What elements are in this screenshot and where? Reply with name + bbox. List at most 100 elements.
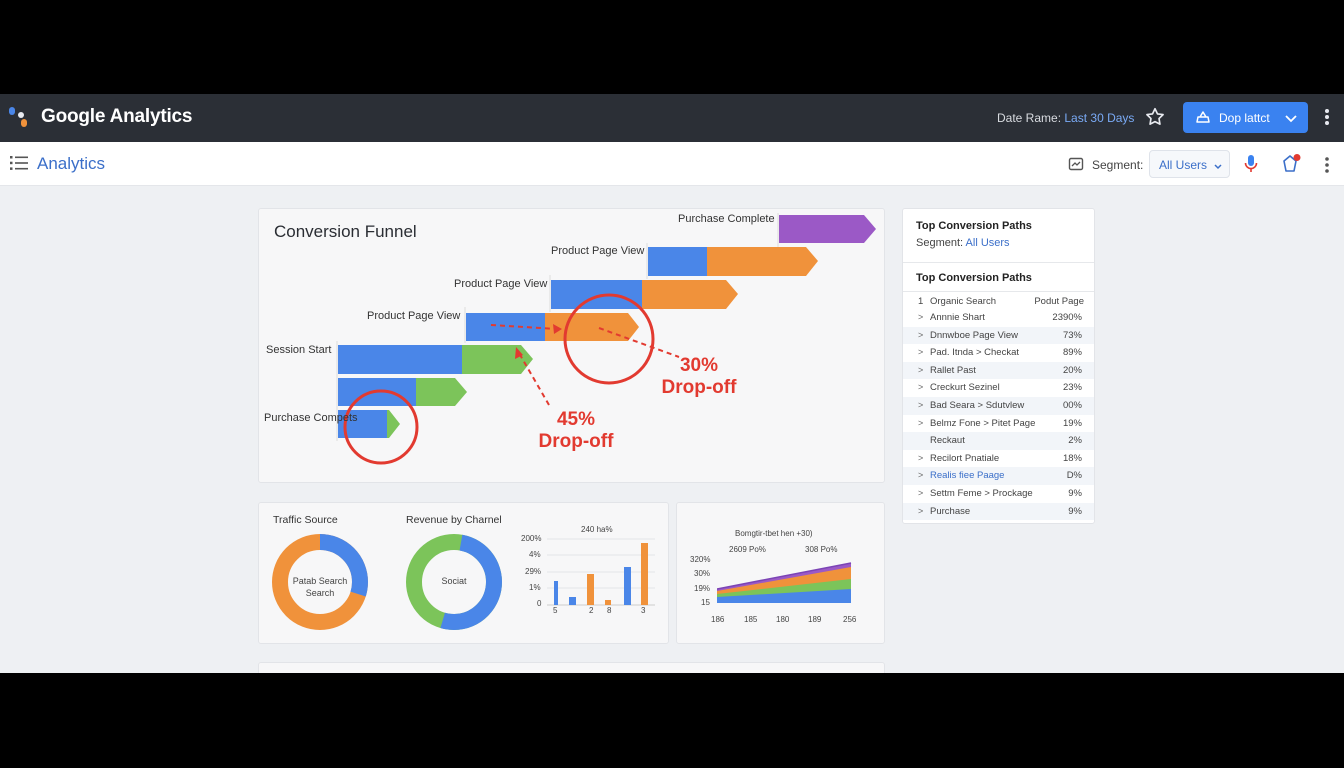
- segment-select[interactable]: All Users: [1149, 150, 1230, 178]
- path-row[interactable]: > Bad Seara > Sdutvlew 00%: [903, 397, 1094, 415]
- path-percent: 73%: [1062, 329, 1082, 341]
- x-tick: 5: [553, 606, 558, 615]
- traffic-source-title: Traffic Source: [273, 514, 338, 526]
- stage-label: Product Page View: [551, 245, 645, 257]
- bar: [569, 597, 576, 605]
- bar: [554, 581, 558, 605]
- drop-off-text: Drop-off: [661, 377, 737, 398]
- bar: [641, 543, 648, 605]
- date-range-value[interactable]: Last 30 Days: [1064, 111, 1134, 125]
- y-tick: 19%: [694, 584, 711, 593]
- logo-icon: [9, 107, 31, 127]
- stage-label: Session Start: [266, 344, 332, 356]
- chevron-right-icon: >: [918, 364, 924, 375]
- path-percent: 2390%: [1052, 312, 1082, 323]
- paths-subtitle: Top Conversion Paths: [916, 272, 1032, 284]
- paths-header-left: Organic Search: [930, 296, 997, 307]
- paths-segment-value[interactable]: All Users: [966, 237, 1010, 249]
- x-tick: 186: [711, 615, 725, 624]
- divider: [903, 262, 1094, 263]
- path-row[interactable]: > Rallet Past 20%: [903, 361, 1094, 380]
- chevron-right-icon: >: [918, 470, 924, 481]
- conversion-funnel-card: Conversion Funnel Purchase Complete Prod…: [258, 208, 885, 483]
- bar: [624, 567, 631, 605]
- revenue-donut-label: Sociat: [441, 576, 467, 586]
- funnel-bar-orange: [707, 247, 818, 276]
- stage-label: Purchase Compets: [264, 412, 358, 424]
- y-tick: 15: [701, 598, 710, 607]
- x-tick: 256: [843, 615, 857, 624]
- path-row[interactable]: > Recilort Pnatiale 18%: [903, 450, 1094, 468]
- path-percent: 20%: [1062, 364, 1082, 376]
- path-row[interactable]: > Purchase 9%: [903, 502, 1094, 521]
- funnel-title: Conversion Funnel: [274, 222, 417, 241]
- funnel-bar-green: [416, 378, 467, 406]
- traffic-donut-label-line: Patab Search: [292, 576, 348, 586]
- path-name: Rallet Past: [930, 364, 976, 376]
- y-tick: 4%: [529, 550, 541, 559]
- path-percent: 89%: [1062, 347, 1082, 359]
- paths-header-right: Podut Page: [1034, 296, 1084, 307]
- star-icon[interactable]: [1144, 106, 1166, 128]
- path-name: Pad. Itnda > Checkat: [930, 347, 1019, 359]
- paths-segment-label: Segment:: [916, 237, 964, 249]
- top-conversion-paths-card: Top Conversion Paths Segment: All Users …: [902, 208, 1095, 524]
- chevron-right-icon: >: [918, 329, 924, 340]
- chevron-right-icon: >: [918, 417, 924, 428]
- y-tick: 200%: [521, 534, 542, 543]
- paths-segment: Segment: All Users: [916, 237, 1010, 249]
- traffic-donut-label: Patab Search Search: [281, 575, 359, 599]
- analytics-screen: Google Analytics Date Rame: Last 30 Days…: [0, 94, 1344, 673]
- app-title: Google Analytics: [41, 106, 193, 127]
- path-name: Annnie Shart: [930, 312, 985, 323]
- stage-label: Product Page View: [367, 310, 461, 322]
- revenue-title: Revenue by Charnel: [406, 514, 502, 526]
- segment-icon[interactable]: [1068, 156, 1084, 172]
- path-row[interactable]: > Belmz Fone > Pitet Page 19%: [903, 415, 1094, 433]
- area-chart-sub-left: 2609 Po%: [729, 545, 766, 554]
- funnel-bar-green: [462, 345, 533, 374]
- menu-icon[interactable]: [10, 155, 28, 171]
- area-chart-sub-right: 308 Po%: [805, 545, 838, 554]
- chevron-right-icon: >: [918, 382, 924, 393]
- funnel-bar-green: [387, 410, 400, 438]
- drop-off-label: 30% Drop-off: [654, 355, 744, 399]
- path-percent: 19%: [1062, 417, 1082, 429]
- drop-off-percent: 45%: [556, 409, 596, 430]
- path-row[interactable]: > Pad. Itnda > Checkat 89%: [903, 344, 1094, 362]
- funnel-bar-purple: [779, 215, 876, 243]
- path-row[interactable]: > Annnie Shart 2390%: [903, 309, 1094, 327]
- x-tick: 185: [744, 615, 758, 624]
- dropdown-label: Dop lattct: [1219, 111, 1270, 125]
- chevron-right-icon: >: [918, 505, 924, 516]
- path-row[interactable]: Reckaut 2%: [903, 432, 1094, 450]
- property-dropdown-button[interactable]: Dop lattct: [1183, 102, 1308, 133]
- bottom-card: [258, 662, 885, 673]
- paths-header-index: 1: [918, 296, 924, 307]
- path-row[interactable]: > Dnnwboe Page View 73%: [903, 326, 1094, 345]
- mic-icon[interactable]: [1243, 154, 1259, 174]
- date-range[interactable]: Date Rame: Last 30 Days: [997, 111, 1134, 125]
- revenue-bar-chart: [547, 538, 655, 606]
- bar-chart-title: 240 ha%: [581, 525, 613, 534]
- x-tick: 189: [808, 615, 822, 624]
- chevron-right-icon: >: [918, 452, 924, 463]
- path-row[interactable]: > Realis fiee Paage D%: [903, 467, 1094, 485]
- more-vert-icon[interactable]: [1320, 154, 1334, 176]
- path-row[interactable]: > Creckurt Sezinel 23%: [903, 379, 1094, 397]
- drop-off-label: 45% Drop-off: [531, 409, 621, 453]
- segment-value: All Users: [1159, 158, 1208, 172]
- y-tick: 1%: [529, 583, 541, 592]
- path-percent: 2%: [1068, 435, 1082, 447]
- area-chart-title: Bomgtir-tbet hen +30): [735, 529, 813, 538]
- traffic-revenue-card: Traffic Source Patab Search Search Reven…: [258, 502, 669, 644]
- chevron-right-icon: >: [918, 400, 924, 410]
- notification-icon[interactable]: [1280, 153, 1302, 175]
- top-app-bar: Google Analytics Date Rame: Last 30 Days…: [0, 94, 1344, 142]
- drop-off-arrow: [598, 327, 680, 358]
- path-name: Purchase: [930, 505, 971, 517]
- more-vert-icon[interactable]: [1320, 106, 1334, 128]
- path-name: Dnnwboe Page View: [930, 329, 1019, 341]
- path-row[interactable]: > Settm Feme > Prockage 9%: [903, 485, 1094, 503]
- path-name: Belmz Fone > Pitet Page: [930, 417, 1036, 429]
